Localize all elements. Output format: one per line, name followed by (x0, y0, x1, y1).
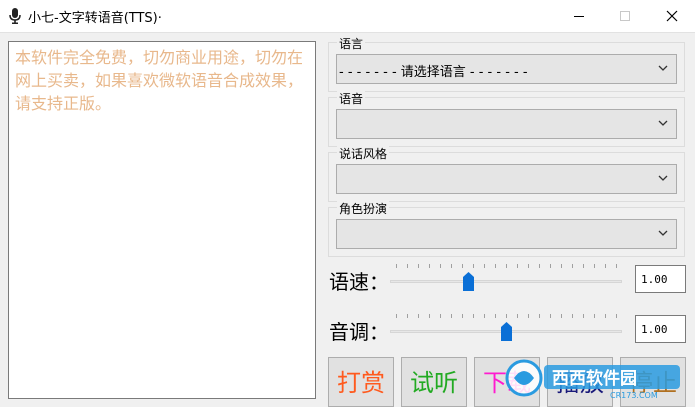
slider-tick (495, 314, 496, 318)
slider-tick (583, 314, 584, 318)
chevron-down-icon (658, 230, 668, 236)
role-play-select[interactable] (336, 219, 677, 249)
slider-tick (561, 264, 562, 268)
slider-tick (484, 264, 485, 268)
watermark-logo: 西西软件园 CR173.COM (505, 359, 680, 400)
role-play-label: 角色扮演 (337, 200, 390, 217)
slider-tick (407, 314, 408, 318)
voice-group: 语音 (328, 90, 685, 147)
slider-tick (605, 264, 606, 268)
close-button[interactable] (649, 0, 695, 32)
slider-tick (396, 264, 397, 268)
slider-tick (572, 314, 573, 318)
slider-tick (616, 314, 617, 318)
slider-tick (605, 314, 606, 318)
speed-slider-track (390, 280, 622, 283)
minimize-icon (574, 16, 584, 17)
maximize-button[interactable] (602, 0, 648, 32)
speaking-style-group: 说话风格 (328, 145, 685, 202)
title-bar[interactable]: 小七-文字转语音(TTS)· (0, 0, 695, 33)
preview-button[interactable]: 试听 (401, 357, 467, 407)
speed-value-field[interactable]: 1.00 (635, 265, 686, 293)
chevron-down-icon (658, 65, 668, 71)
slider-tick (528, 314, 529, 318)
speaking-style-select[interactable] (336, 164, 677, 194)
close-icon (666, 10, 678, 22)
slider-tick (561, 314, 562, 318)
watermark-subtext: CR173.COM (610, 391, 658, 400)
speaking-style-label: 说话风格 (337, 145, 390, 162)
microphone-icon (9, 8, 21, 24)
slider-tick (473, 314, 474, 318)
slider-tick (616, 264, 617, 268)
slider-tick (418, 314, 419, 318)
window-title: 小七-文字转语音(TTS)· (28, 11, 162, 26)
speed-slider-thumb[interactable] (463, 272, 475, 291)
language-select[interactable]: - - - - - - - 请选择语言 - - - - - - - (336, 54, 677, 84)
voice-select[interactable] (336, 109, 677, 139)
pitch-label: 音调： (329, 320, 389, 344)
slider-tick (583, 264, 584, 268)
chevron-down-icon (658, 175, 668, 181)
maximize-icon (620, 11, 630, 21)
slider-tick (517, 314, 518, 318)
slider-tick (484, 314, 485, 318)
slider-tick (506, 264, 507, 268)
slider-tick (440, 264, 441, 268)
slider-tick (429, 264, 430, 268)
voice-label: 语音 (337, 90, 366, 107)
slider-tick (451, 264, 452, 268)
language-group: 语言 - - - - - - - 请选择语言 - - - - - - - (328, 35, 685, 92)
slider-tick (506, 314, 507, 318)
slider-tick (550, 264, 551, 268)
pitch-slider-thumb[interactable] (500, 322, 512, 341)
reward-button[interactable]: 打赏 (328, 357, 394, 407)
slider-tick (407, 264, 408, 268)
speed-slider[interactable] (390, 264, 622, 294)
slider-tick (594, 314, 595, 318)
language-selected-value: - - - - - - - 请选择语言 - - - - - - - (339, 65, 528, 80)
pitch-ticks (396, 314, 617, 322)
slider-tick (495, 264, 496, 268)
slider-tick (462, 314, 463, 318)
speed-label: 语速： (329, 270, 389, 294)
minimize-button[interactable] (556, 0, 602, 32)
slider-tick (550, 314, 551, 318)
language-label: 语言 (337, 35, 366, 52)
pitch-slider[interactable] (390, 314, 622, 344)
slider-tick (473, 264, 474, 268)
slider-tick (528, 264, 529, 268)
slider-tick (429, 314, 430, 318)
pitch-value-field[interactable]: 1.00 (635, 315, 686, 343)
slider-tick (396, 314, 397, 318)
slider-tick (440, 314, 441, 318)
watermark-text: 西西软件园 (552, 368, 637, 389)
slider-tick (517, 264, 518, 268)
slider-tick (594, 264, 595, 268)
slider-tick (539, 314, 540, 318)
slider-tick (539, 264, 540, 268)
slider-tick (462, 264, 463, 268)
slider-tick (572, 264, 573, 268)
slider-tick (418, 264, 419, 268)
chevron-down-icon (658, 120, 668, 126)
slider-tick (451, 314, 452, 318)
text-input-area[interactable] (8, 41, 316, 399)
speed-ticks (396, 264, 617, 272)
role-play-group: 角色扮演 (328, 200, 685, 257)
